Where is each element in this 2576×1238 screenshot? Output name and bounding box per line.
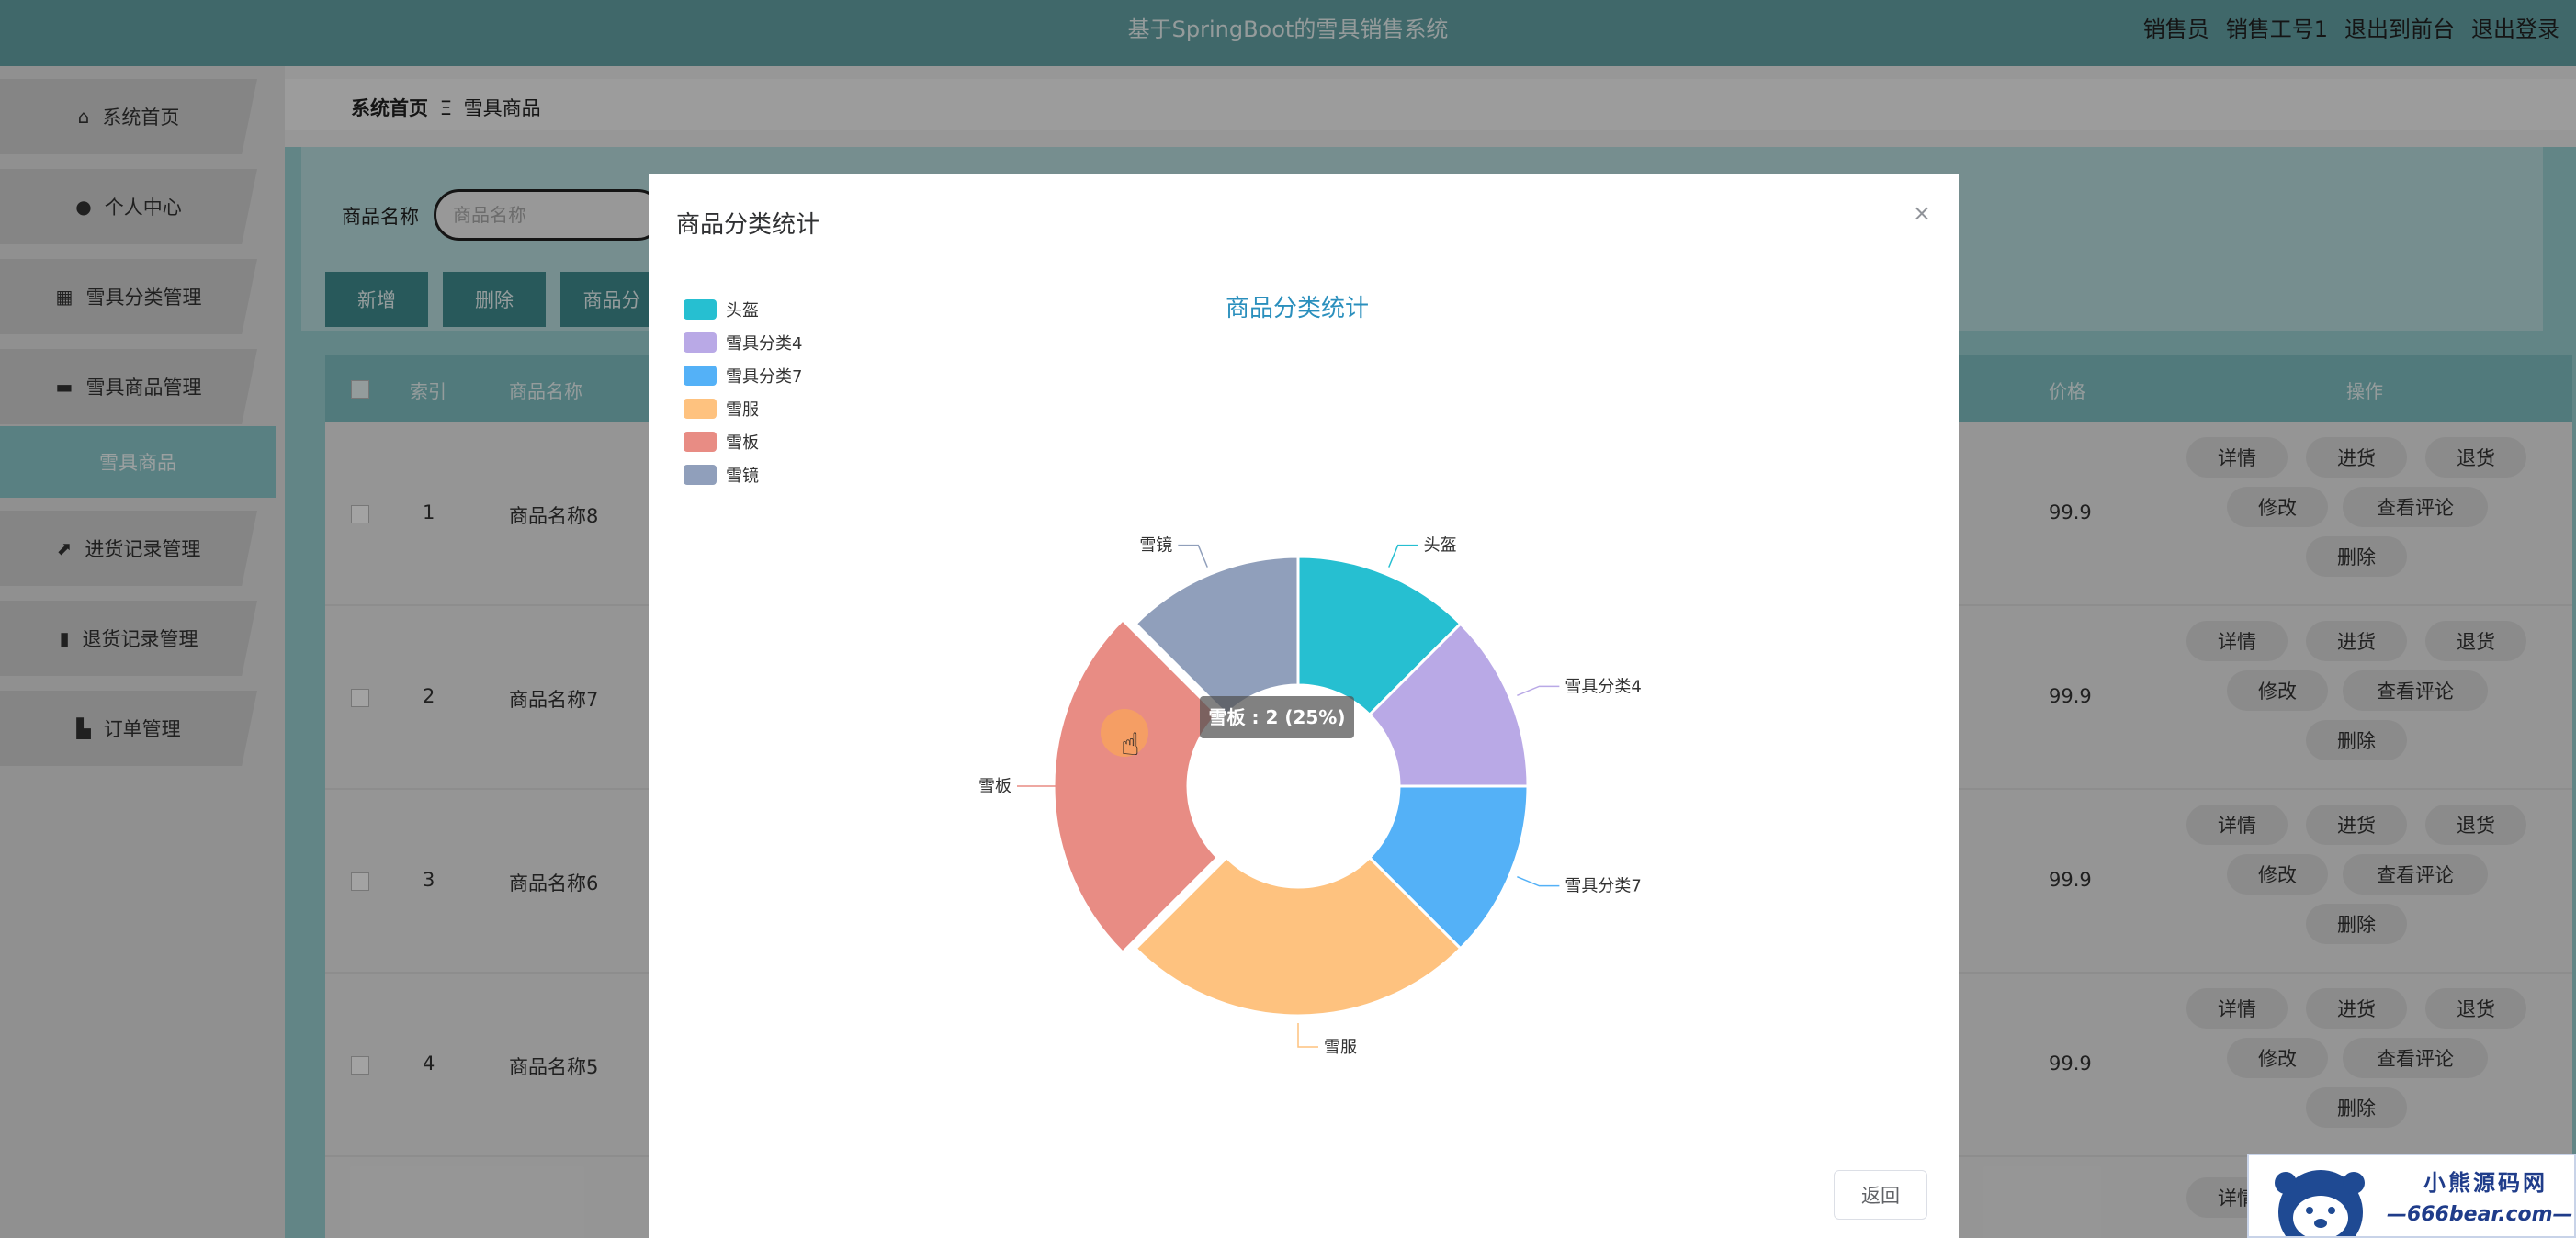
tooltip-text: 雪板 : 2 (25%) (1209, 706, 1346, 728)
back-button[interactable]: 返回 (1834, 1170, 1927, 1220)
watermark-title: 小熊源码网 (2423, 1170, 2548, 1196)
legend-swatch (684, 299, 717, 320)
slice-label: 雪板 (978, 777, 1011, 796)
legend-swatch (684, 399, 717, 419)
legend-swatch (684, 432, 717, 452)
category-pie-chart: 商品分类统计头盔雪具分类4雪具分类7雪服雪板雪镜头盔雪具分类4雪具分类7雪服雪板… (684, 295, 1642, 1057)
legend-label: 雪板 (726, 433, 759, 453)
legend-label: 雪镜 (726, 467, 759, 486)
bear-logo-icon (2275, 1170, 2365, 1236)
chart-title: 商品分类统计 (1226, 295, 1369, 322)
hand-cursor-icon: ☝ (1121, 726, 1140, 763)
slice-leader-line (1178, 544, 1208, 568)
legend-label: 雪具分类4 (726, 334, 802, 354)
legend-label: 头盔 (726, 301, 759, 321)
slice-label: 雪具分类7 (1565, 877, 1641, 896)
legend-swatch (684, 465, 717, 485)
slice-leader-line (1517, 876, 1560, 887)
slice-label: 雪具分类4 (1565, 677, 1641, 696)
stats-dialog: 商品分类统计 × 商品分类统计 头盔 雪具分类4 雪具分类7 雪服 雪板 雪镜 头盔 雪具分类4… (649, 174, 1959, 1238)
slice-leader-line (1297, 1023, 1318, 1048)
slice-label: 头盔 (1424, 536, 1457, 556)
watermark-logo: 小熊源码网 —666bear.com— (2247, 1154, 2576, 1238)
slice-label: 雪服 (1324, 1038, 1357, 1057)
legend-swatch (684, 366, 717, 386)
slice-leader-line (1388, 544, 1418, 568)
slice-label: 雪镜 (1139, 536, 1172, 556)
legend-label: 雪服 (726, 400, 759, 420)
legend-label: 雪具分类7 (726, 367, 802, 387)
legend-swatch (684, 332, 717, 353)
watermark-url: —666bear.com— (2387, 1203, 2573, 1226)
slice-leader-line (1517, 685, 1560, 696)
